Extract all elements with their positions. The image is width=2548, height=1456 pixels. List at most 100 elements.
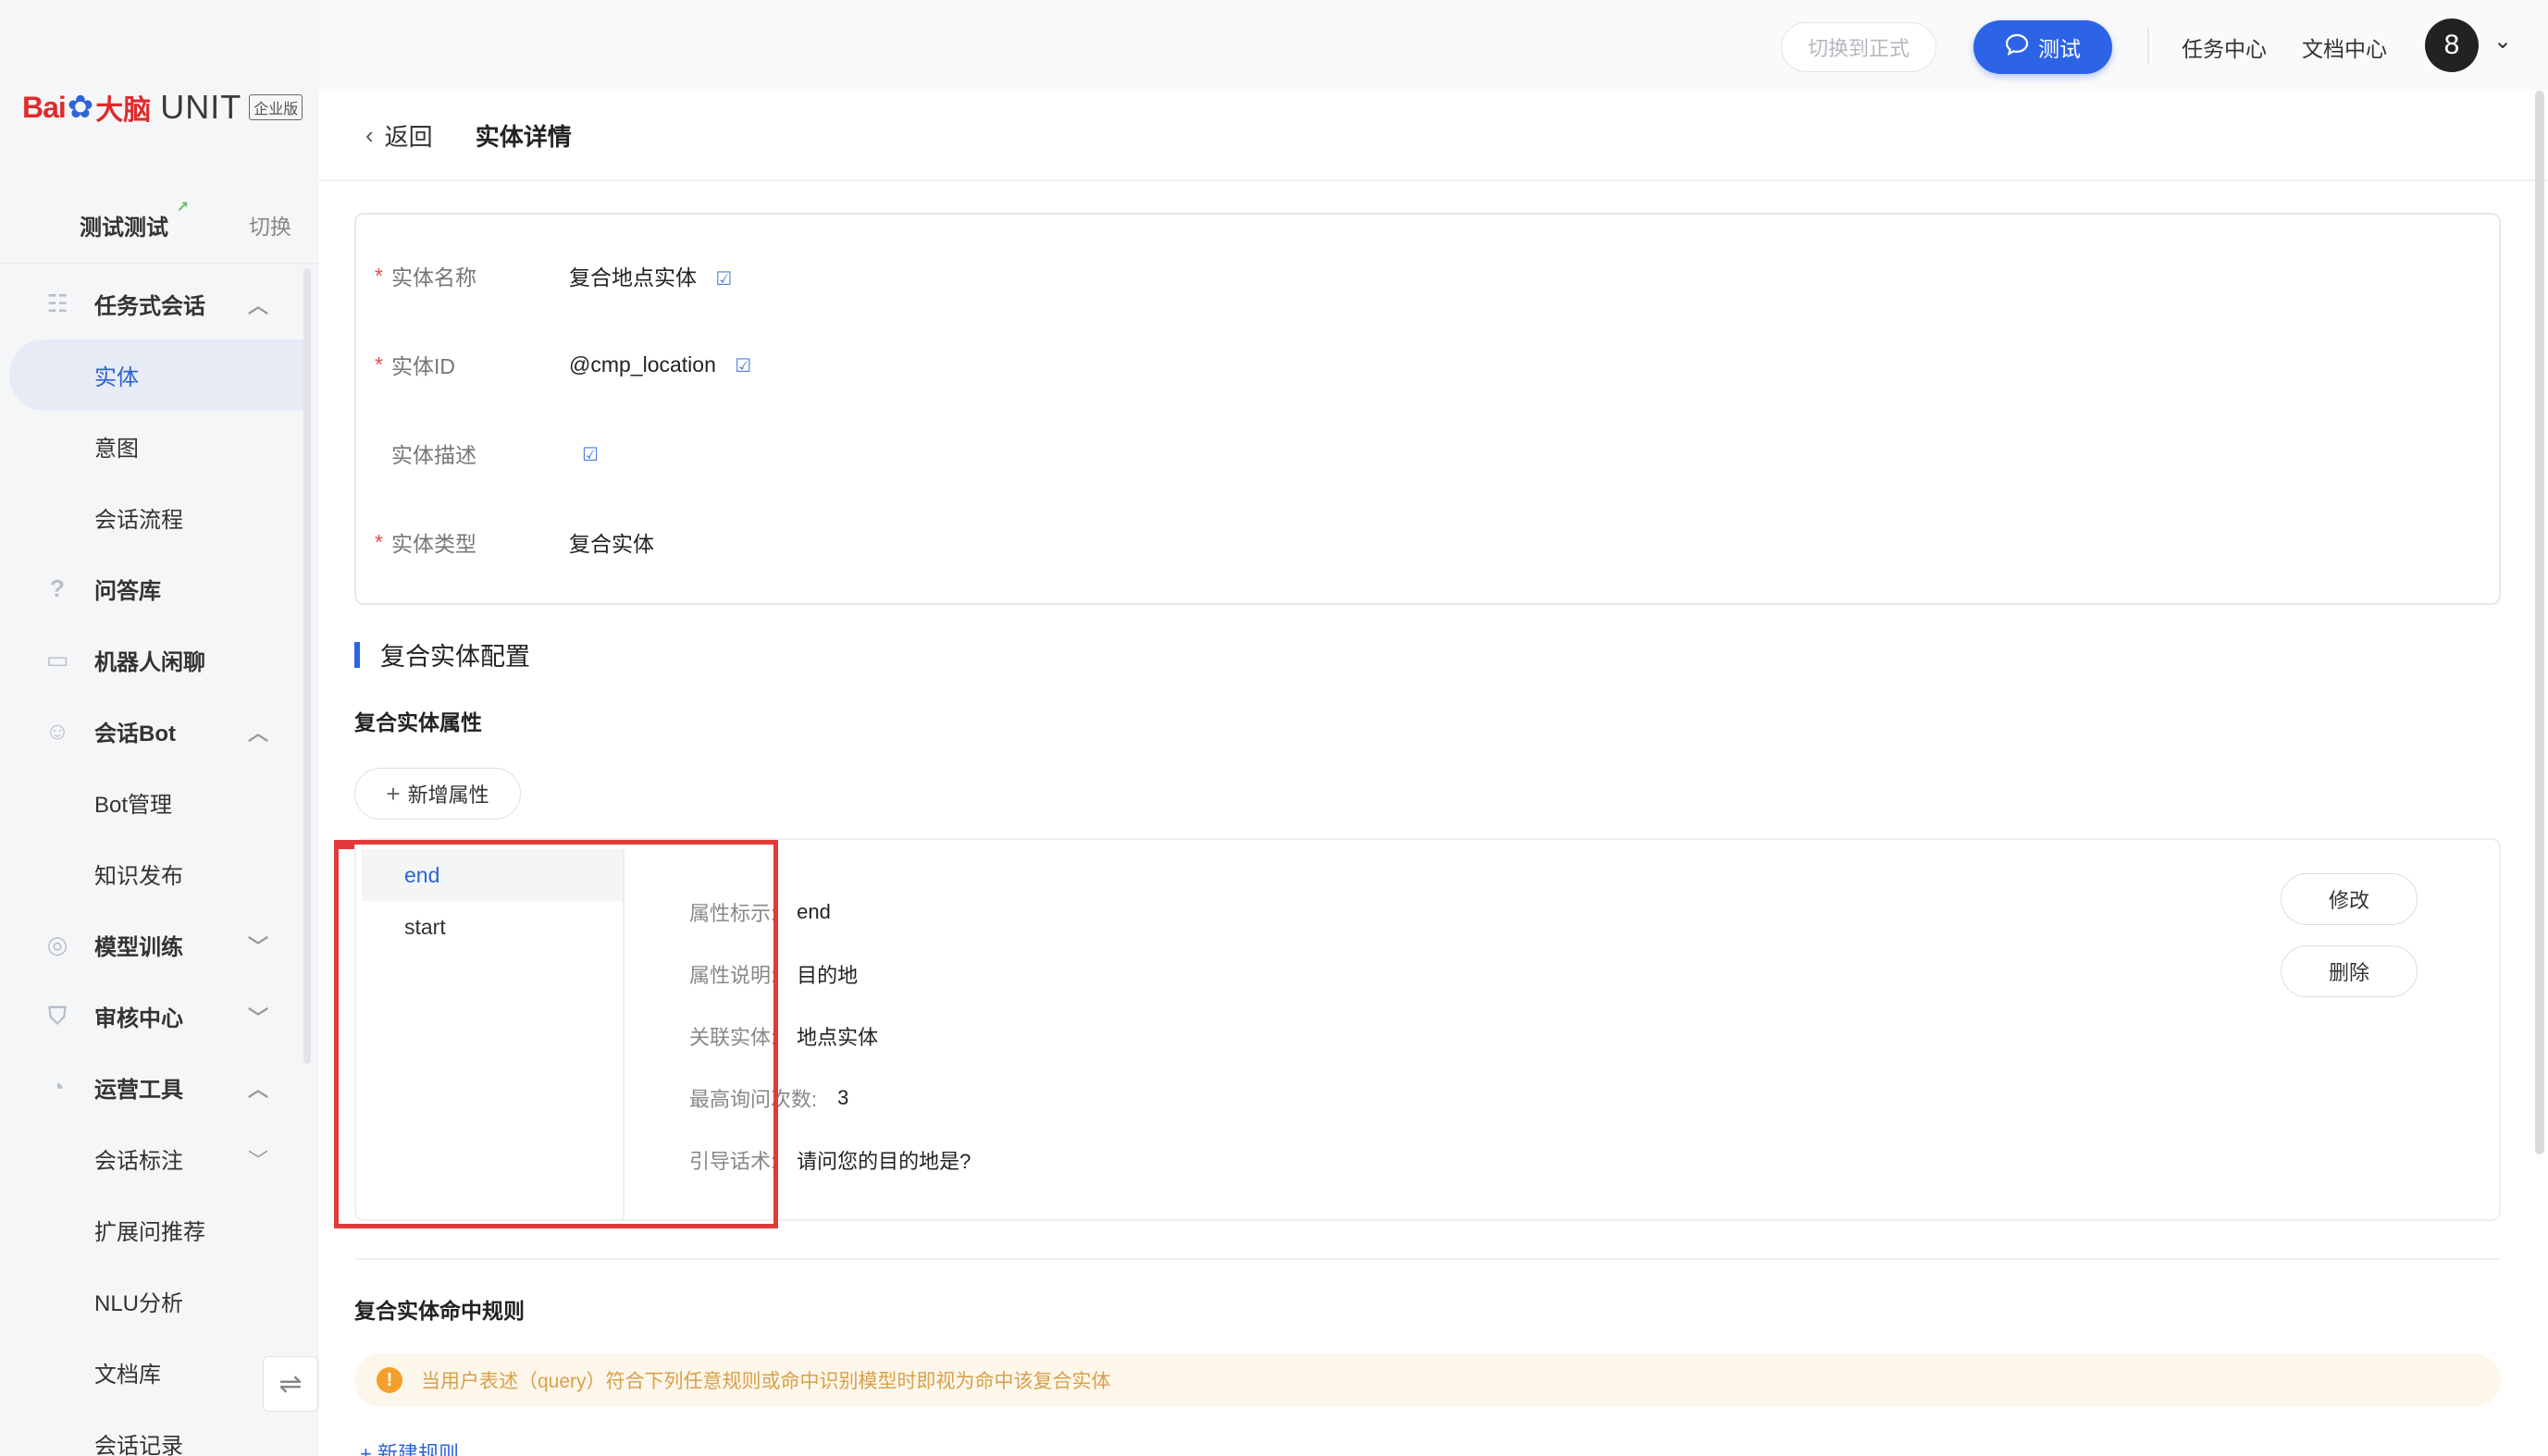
entity-name-value: 复合地点实体 ☑ (569, 260, 732, 291)
edit-icon[interactable]: ☑ (582, 445, 599, 465)
sliders-icon: ⇌ (278, 1368, 303, 1400)
sidebar-item-label: Bot管理 (94, 793, 173, 818)
attr-max-row: 最高询问次数: 3 (689, 1067, 971, 1129)
sidebar-menu: ☷ 任务式会话 ︿ 实体意图会话流程 ? 问答库 ▭ 机器人闲聊 ☺ 会话Bot ︿ Bot管理知识发… (0, 268, 305, 1456)
sidebar-item-11[interactable]: ◔ 运营工具 ︿ (0, 1052, 305, 1123)
tree-icon: ☷ (46, 290, 68, 317)
edit-icon[interactable]: ☑ (715, 269, 732, 290)
edit-attribute-button[interactable]: 修改 (2281, 873, 2418, 925)
sidebar-item-label: 会话Bot (94, 722, 176, 747)
section-accent-bar (354, 641, 360, 668)
collapse-sidebar-button[interactable]: ⇌ (263, 1356, 318, 1412)
switch-to-formal-button[interactable]: 切换到正式 (1781, 22, 1936, 72)
attribute-item-start[interactable]: start (362, 901, 623, 953)
doc-center-link[interactable]: 文档中心 (2302, 31, 2387, 63)
page-scrollbar[interactable] (2535, 91, 2544, 1154)
sidebar-item-label: 扩展问推荐 (94, 1220, 205, 1245)
attr-prompt-label: 引导话术: (689, 1149, 777, 1173)
composite-config-title: 复合实体配置 (354, 636, 530, 672)
chevron-down-icon[interactable]: ﹀ (248, 1002, 268, 1031)
sidebar-item-label: 机器人闲聊 (94, 650, 205, 675)
chevron-up-icon[interactable]: ︿ (248, 290, 268, 319)
new-rule-link[interactable]: + 新建规则 (360, 1437, 459, 1456)
sidebar: Bai ✿ 大脑 UNIT 企业版 测试测试 ↗ 切换 ☷ 任务式会话 ︿ 实体意图会… (0, 0, 319, 1456)
sidebar-item-2[interactable]: 意图 (0, 411, 305, 482)
test-button[interactable]: 测试 (1973, 20, 2112, 74)
chevron-up-icon[interactable]: ︿ (248, 717, 268, 747)
required-mark: * (375, 263, 383, 288)
topbar: 切换到正式 测试 任务中心 文档中心 8 ⌄ (319, 0, 2548, 91)
attr-prompt-row: 引导话术: 请问您的目的地是? (689, 1129, 971, 1191)
chevron-down-icon[interactable]: ﹀ (248, 931, 268, 960)
attr-entity-row: 关联实体: 地点实体 (689, 1005, 971, 1067)
logo-bai-text: Bai (22, 90, 67, 124)
rule-notice: ! 当用户表述（query）符合下列任意规则或命中识别模型时即视为命中该复合实体 (354, 1353, 2501, 1407)
chevron-up-icon[interactable]: ︿ (248, 1073, 268, 1103)
sidebar-item-label: 实体 (94, 365, 139, 390)
entity-type-value: 复合实体 (569, 532, 654, 556)
sidebar-item-14[interactable]: NLU分析 (0, 1265, 305, 1337)
back-link[interactable]: 返回 (385, 118, 433, 153)
chevron-down-icon[interactable]: ⌄ (2493, 28, 2512, 55)
chevron-down-icon[interactable]: ﹀ (248, 1144, 268, 1174)
add-attribute-button[interactable]: + 新增属性 (354, 768, 521, 820)
sidebar-item-9[interactable]: ◎ 模型训练 ﹀ (0, 909, 305, 981)
project-name: 测试测试 ↗ (80, 200, 189, 241)
chevron-left-icon[interactable]: ‹ (365, 121, 374, 150)
sidebar-scrollbar[interactable] (303, 268, 311, 1064)
composite-rule-title: 复合实体命中规则 (354, 1299, 525, 1323)
entity-name-label: 实体名称 (391, 265, 476, 290)
sidebar-item-10[interactable]: ⛉ 审核中心 ﹀ (0, 981, 305, 1052)
clock-icon: ◔ (50, 1073, 65, 1101)
project-switcher: 测试测试 ↗ 切换 (0, 194, 319, 255)
delete-attribute-button[interactable]: 删除 (2281, 945, 2418, 997)
task-center-link[interactable]: 任务中心 (2182, 31, 2267, 63)
attr-entity-label: 关联实体: (689, 1025, 777, 1049)
switch-project-link[interactable]: 切换 (249, 209, 291, 241)
entity-name-text: 复合地点实体 (569, 265, 697, 290)
attr-desc-row: 属性说明: 目的地 (689, 943, 971, 1005)
sidebar-item-16[interactable]: 会话记录 (0, 1408, 305, 1456)
attribute-list: end start (362, 849, 625, 1219)
sidebar-item-6[interactable]: ☺ 会话Bot ︿ (0, 696, 305, 767)
model-icon: ◎ (46, 931, 68, 958)
attr-desc-label: 属性说明: (689, 963, 777, 987)
attribute-item-end[interactable]: end (362, 849, 623, 901)
sidebar-item-1[interactable]: 实体 (9, 339, 305, 411)
edit-icon[interactable]: ☑ (735, 356, 751, 376)
attr-prompt-value: 请问您的目的地是? (797, 1149, 971, 1173)
sidebar-item-label: 会话记录 (94, 1434, 183, 1456)
sidebar-item-3[interactable]: 会话流程 (0, 482, 305, 553)
sidebar-item-0[interactable]: ☷ 任务式会话 ︿ (0, 268, 305, 339)
sidebar-item-7[interactable]: Bot管理 (0, 767, 305, 838)
sidebar-item-8[interactable]: 知识发布 (0, 838, 305, 909)
sidebar-item-15[interactable]: 文档库 (0, 1337, 305, 1408)
attribute-panel: end start 属性标示: end 属性说明: 目的地 关联实体: 地点实体… (354, 838, 2501, 1221)
shield-icon: ⛉ (48, 1001, 67, 1030)
sidebar-item-4[interactable]: ? 问答库 (0, 553, 305, 624)
sidebar-item-label: 会话标注 (94, 1149, 183, 1174)
attr-max-value: 3 (837, 1085, 849, 1109)
sidebar-item-label: 会话流程 (94, 508, 183, 533)
composite-config-title-text: 复合实体配置 (380, 643, 530, 671)
required-mark: * (375, 352, 383, 376)
header-divider (319, 179, 2548, 181)
bot-icon: ☺ (44, 717, 70, 745)
sidebar-item-12[interactable]: 会话标注 ﹀ (0, 1123, 305, 1194)
avatar[interactable]: 8 (2425, 19, 2479, 72)
entity-id-value: @cmp_location ☑ (569, 352, 751, 377)
attr-max-label: 最高询问次数: (689, 1087, 818, 1111)
topbar-separator (2147, 28, 2149, 65)
required-mark: * (375, 529, 383, 554)
logo-danao-text: 大脑 (95, 95, 152, 126)
plus-icon: + (386, 779, 401, 808)
highlight-corner-mark (334, 840, 354, 849)
entity-desc-label: 实体描述 (391, 443, 476, 467)
logo-unit-text: UNIT (160, 88, 242, 126)
warning-icon: ! (377, 1367, 402, 1393)
composite-attr-title: 复合实体属性 (354, 710, 482, 734)
page-header: ‹ 返回 实体详情 (365, 118, 572, 153)
sidebar-item-5[interactable]: ▭ 机器人闲聊 (0, 624, 305, 696)
baidu-unit-logo[interactable]: Bai ✿ 大脑 UNIT 企业版 (22, 80, 303, 135)
sidebar-item-13[interactable]: 扩展问推荐 (0, 1194, 305, 1265)
